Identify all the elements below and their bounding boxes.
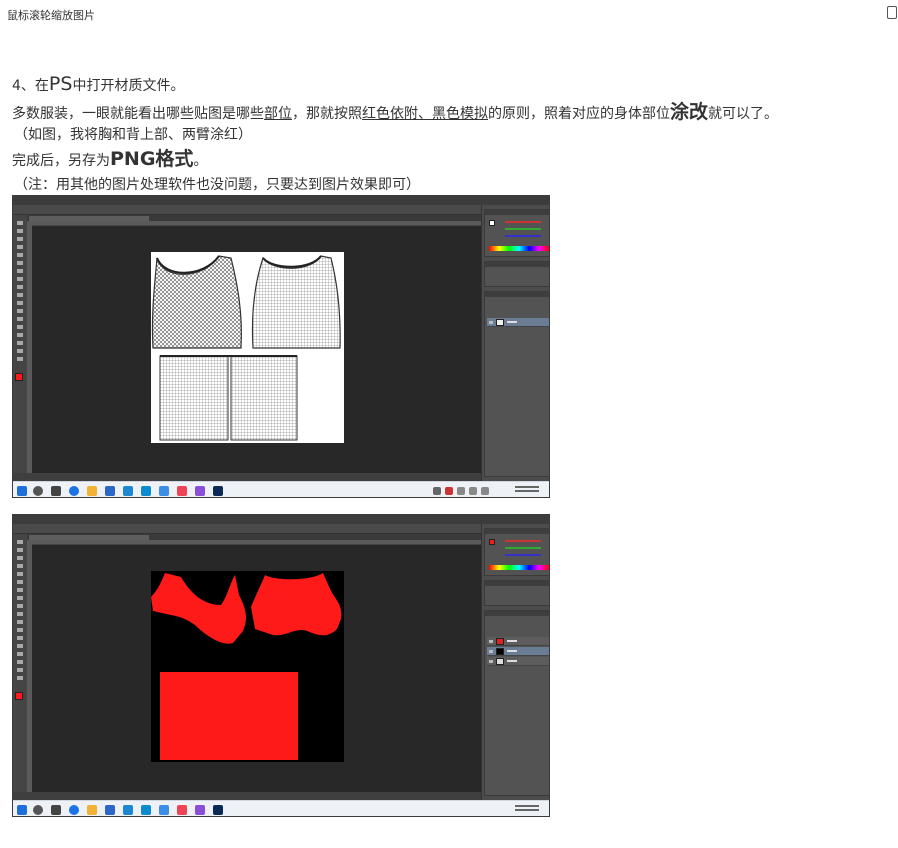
ps-layers-panel bbox=[484, 610, 549, 796]
ps-color-panel bbox=[484, 209, 549, 257]
ps-layers-panel bbox=[484, 291, 549, 477]
fullscreen-icon[interactable] bbox=[887, 6, 897, 19]
app4-icon[interactable] bbox=[177, 805, 187, 815]
task-view-icon[interactable] bbox=[51, 486, 61, 496]
ps-adjustments-panel bbox=[484, 261, 549, 287]
viewer-toolbar: 鼠标滚轮缩放图片 bbox=[0, 0, 898, 30]
note-paint-areas: （如图，我将胸和背上部、两臂涂红） bbox=[14, 127, 252, 143]
app3-icon[interactable] bbox=[159, 486, 169, 496]
tray-icon[interactable] bbox=[457, 487, 465, 495]
step-ps: PS bbox=[48, 73, 73, 95]
para-underline-2: 红色依附、黑色模拟 bbox=[362, 106, 488, 122]
app2-icon[interactable] bbox=[141, 486, 151, 496]
texture-canvas-painted bbox=[151, 571, 344, 762]
app-icon[interactable] bbox=[105, 486, 115, 496]
ps-menubar bbox=[13, 515, 549, 530]
save-suffix: 。 bbox=[193, 153, 208, 169]
zoom-hint-text: 鼠标滚轮缩放图片 bbox=[7, 9, 95, 22]
app5-icon[interactable] bbox=[195, 486, 205, 496]
para-underline-1: 部位 bbox=[264, 106, 292, 122]
lower-right-mesh bbox=[230, 355, 298, 441]
para-bold: 涂改 bbox=[670, 101, 709, 123]
step-suffix: 中打开材质文件。 bbox=[72, 78, 185, 94]
ps-toolbox bbox=[13, 534, 27, 792]
tray-clock bbox=[515, 484, 539, 496]
ps-color-panel bbox=[484, 528, 549, 576]
para-text-a: 多数服装，一眼就能看出哪些贴图是哪些 bbox=[12, 106, 264, 122]
front-red-area bbox=[151, 573, 246, 644]
mesh-texture-drawing bbox=[151, 255, 341, 441]
lower-red-area bbox=[160, 672, 298, 760]
step-heading: 4、在PS中打开材质文件。 bbox=[12, 74, 184, 96]
lower-left-mesh bbox=[159, 355, 229, 441]
texture-canvas-original bbox=[151, 252, 344, 443]
app3-icon[interactable] bbox=[159, 805, 169, 815]
store-icon[interactable] bbox=[123, 805, 133, 815]
back-top-mesh bbox=[251, 255, 341, 349]
search-icon[interactable] bbox=[33, 486, 43, 496]
para-text-c: 的原则，照着对应的身体部位 bbox=[488, 106, 670, 122]
task-view-icon[interactable] bbox=[51, 805, 61, 815]
ps-color-swatches bbox=[15, 373, 23, 381]
folder-icon[interactable] bbox=[87, 805, 97, 815]
save-format-bold: PNG格式 bbox=[110, 148, 194, 170]
tray-icon[interactable] bbox=[469, 487, 477, 495]
photoshop-icon[interactable] bbox=[213, 805, 223, 815]
start-icon[interactable] bbox=[17, 486, 27, 496]
note-other-software: （注：用其他的图片处理软件也没问题，只要达到图片效果即可） bbox=[14, 177, 420, 193]
ps-options-bar bbox=[13, 205, 549, 215]
tray-clock bbox=[515, 803, 539, 815]
save-instruction: 完成后，另存为PNG格式。 bbox=[12, 149, 207, 171]
windows-taskbar bbox=[13, 481, 549, 497]
app2-icon[interactable] bbox=[141, 805, 151, 815]
back-red-area bbox=[251, 573, 342, 636]
app5-icon[interactable] bbox=[195, 805, 205, 815]
ps-panels bbox=[481, 205, 549, 481]
tray-icon[interactable] bbox=[433, 487, 441, 495]
store-icon[interactable] bbox=[123, 486, 133, 496]
layer-row[interactable] bbox=[487, 657, 549, 666]
save-prefix: 完成后，另存为 bbox=[12, 153, 110, 169]
tray-icon[interactable] bbox=[445, 487, 453, 495]
search-icon[interactable] bbox=[33, 805, 43, 815]
para-text-d: 就可以了。 bbox=[708, 106, 779, 122]
folder-icon[interactable] bbox=[87, 486, 97, 496]
ps-color-swatches bbox=[15, 692, 23, 700]
ps-toolbox bbox=[13, 215, 27, 473]
app-icon[interactable] bbox=[105, 805, 115, 815]
tray-icon[interactable] bbox=[481, 487, 489, 495]
browser-icon[interactable] bbox=[69, 486, 79, 496]
start-icon[interactable] bbox=[17, 805, 27, 815]
ps-panels bbox=[481, 524, 549, 800]
ps-statusbar bbox=[13, 792, 481, 800]
ps-statusbar bbox=[13, 473, 481, 481]
layer-row[interactable] bbox=[487, 637, 549, 646]
ps-options-bar bbox=[13, 524, 549, 534]
layer-row[interactable] bbox=[487, 647, 549, 656]
ps-adjustments-panel bbox=[484, 580, 549, 606]
browser-icon[interactable] bbox=[69, 805, 79, 815]
step-prefix: 4、在 bbox=[12, 78, 49, 94]
front-top-mesh bbox=[151, 255, 242, 349]
ps-menubar bbox=[13, 196, 549, 211]
layer-row[interactable] bbox=[487, 318, 549, 327]
para-text-b: ，那就按照 bbox=[292, 106, 362, 122]
photoshop-icon[interactable] bbox=[213, 486, 223, 496]
app4-icon[interactable] bbox=[177, 486, 187, 496]
instruction-paragraph: 多数服装，一眼就能看出哪些贴图是哪些部位，那就按照红色依附、黑色模拟的原则，照着… bbox=[12, 102, 778, 124]
painted-texture-drawing bbox=[151, 573, 342, 760]
windows-taskbar bbox=[13, 800, 549, 816]
